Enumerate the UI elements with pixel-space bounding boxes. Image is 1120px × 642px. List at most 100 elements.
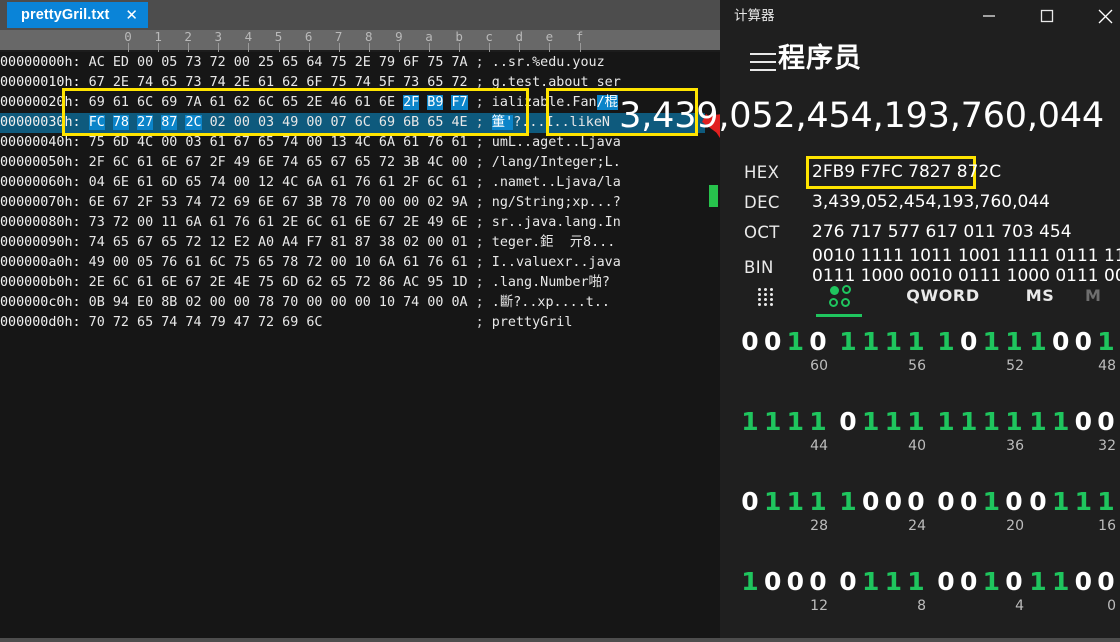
memory-store-button[interactable]: MS: [1008, 274, 1072, 316]
bit-toggle[interactable]: 1: [808, 402, 828, 442]
bit-toggle[interactable]: 1: [906, 562, 926, 602]
bit-toggle[interactable]: 1: [1028, 562, 1048, 602]
bit-toggle[interactable]: 0: [1028, 482, 1048, 522]
hex-row[interactable]: 00000030h: FC 78 27 87 2C 02 00 03 49 00…: [0, 113, 705, 133]
bit-toggle[interactable]: 1: [936, 402, 956, 442]
hex-dump-area[interactable]: 00000000h: AC ED 00 05 73 72 00 25 65 64…: [0, 52, 705, 638]
bit-toggle[interactable]: 1: [1073, 482, 1093, 522]
bit-toggle[interactable]: 1: [763, 482, 783, 522]
bit-toggle[interactable]: 0: [959, 562, 979, 602]
bit-toggle[interactable]: 1: [1096, 322, 1116, 362]
close-icon[interactable]: ✕: [125, 7, 138, 23]
bit-toggle[interactable]: 1: [906, 322, 926, 362]
bit-dot: [842, 285, 851, 294]
bit-toggle[interactable]: 1: [959, 402, 979, 442]
bit-toggle[interactable]: 0: [740, 322, 760, 362]
bit-toggle[interactable]: 0: [1051, 322, 1071, 362]
nibble-52: 1 0 1 1 52: [936, 322, 1024, 402]
bit-index-label: 24: [908, 518, 926, 534]
bit-toggle[interactable]: 0: [936, 482, 956, 522]
keypad-dot: [770, 303, 773, 306]
maximize-icon[interactable]: [1024, 0, 1070, 32]
bit-toggle[interactable]: 1: [1028, 402, 1048, 442]
hex-row[interactable]: 00000070h: 6E 67 2F 53 74 72 69 6E 67 3B…: [0, 193, 705, 213]
bit-toggle[interactable]: 0: [740, 482, 760, 522]
bit-index-label: 60: [810, 358, 828, 374]
bit-toggle[interactable]: 0: [808, 562, 828, 602]
bit-toggle[interactable]: 1: [838, 482, 858, 522]
hex-row[interactable]: 00000080h: 73 72 00 11 6A 61 76 61 2E 6C…: [0, 213, 705, 233]
bit-toggle[interactable]: 1: [883, 322, 903, 362]
bit-toggle[interactable]: 1: [981, 482, 1001, 522]
bit-toggle[interactable]: 0: [838, 402, 858, 442]
bit-toggle[interactable]: 1: [1004, 322, 1024, 362]
bit-toggle[interactable]: 1: [785, 402, 805, 442]
bit-toggle[interactable]: 1: [785, 322, 805, 362]
bit-toggle[interactable]: 0: [936, 562, 956, 602]
hex-row[interactable]: 00000020h: 69 61 6C 69 7A 61 62 6C 65 2E…: [0, 93, 705, 113]
hex-row[interactable]: 00000090h: 74 65 67 65 72 12 E2 A0 A4 F7…: [0, 233, 705, 253]
memory-menu-button[interactable]: M: [1070, 274, 1116, 316]
bit-toggle[interactable]: 1: [763, 402, 783, 442]
bit-toggle[interactable]: 0: [1004, 562, 1024, 602]
bit-toggle[interactable]: 0: [1073, 562, 1093, 602]
hex-row[interactable]: 00000040h: 75 6D 4C 00 03 61 67 65 74 00…: [0, 133, 705, 153]
bit-toggle[interactable]: 1: [861, 322, 881, 362]
bit-toggle[interactable]: 1: [785, 482, 805, 522]
bit-toggle[interactable]: 0: [1004, 482, 1024, 522]
bit-toggle[interactable]: 1: [861, 402, 881, 442]
bit-toggle[interactable]: 0: [838, 562, 858, 602]
bit-toggle[interactable]: 1: [740, 562, 760, 602]
bit-toggle[interactable]: 0: [861, 482, 881, 522]
bit-toggle[interactable]: 1: [808, 482, 828, 522]
bit-toggle[interactable]: 1: [1096, 482, 1116, 522]
hex-row[interactable]: 00000060h: 04 6E 61 6D 65 74 00 12 4C 6A…: [0, 173, 705, 193]
hex-row[interactable]: 000000b0h: 2E 6C 61 6E 67 2E 4E 75 6D 62…: [0, 273, 705, 293]
hex-row[interactable]: 000000c0h: 0B 94 E0 8B 02 00 00 78 70 00…: [0, 293, 705, 313]
bit-toggle[interactable]: 1: [1051, 402, 1071, 442]
bit-toggle[interactable]: 0: [808, 322, 828, 362]
bit-toggle[interactable]: 1: [906, 402, 926, 442]
bit-toggle[interactable]: 1: [1004, 402, 1024, 442]
bit-toggle[interactable]: 0: [1096, 562, 1116, 602]
radix-row-bin[interactable]: BIN0010 1111 1011 1001 1111 0111 1111 11…: [720, 244, 1120, 286]
bit-toggle-icon[interactable]: [804, 274, 874, 316]
hex-row[interactable]: 000000a0h: 49 00 05 76 61 6C 75 65 78 72…: [0, 253, 705, 273]
bit-toggle[interactable]: 1: [981, 562, 1001, 602]
bit-toggle[interactable]: 0: [763, 562, 783, 602]
screen-root: prettyGril.txt ✕ 0123456789abcdef 000000…: [0, 0, 1120, 638]
hex-scrollbar-thumb[interactable]: [709, 185, 718, 207]
bit-toggle[interactable]: 1: [861, 562, 881, 602]
bit-toggle[interactable]: 0: [883, 482, 903, 522]
bit-toggle[interactable]: 0: [959, 482, 979, 522]
hex-row[interactable]: 000000d0h: 70 72 65 74 74 79 47 72 69 6C…: [0, 313, 705, 333]
radix-row-dec[interactable]: DEC 3,439,052,454,193,760,044: [720, 190, 1120, 218]
bit-toggle[interactable]: 1: [883, 402, 903, 442]
hex-scrollbar-track[interactable]: [705, 52, 720, 638]
bit-toggle[interactable]: 1: [740, 402, 760, 442]
bit-toggle[interactable]: 0: [1073, 322, 1093, 362]
bit-toggle[interactable]: 0: [763, 322, 783, 362]
bit-toggle[interactable]: 1: [838, 322, 858, 362]
hex-row[interactable]: 00000010h: 67 2E 74 65 73 74 2E 61 62 6F…: [0, 73, 705, 93]
bit-toggle[interactable]: 1: [981, 322, 1001, 362]
bit-toggle[interactable]: 0: [959, 322, 979, 362]
bit-toggle[interactable]: 0: [1073, 402, 1093, 442]
bit-toggle[interactable]: 1: [981, 402, 1001, 442]
keypad-icon[interactable]: [730, 274, 800, 316]
hex-row[interactable]: 00000000h: AC ED 00 05 73 72 00 25 65 64…: [0, 53, 705, 73]
bit-toggle[interactable]: 1: [936, 322, 956, 362]
bit-toggle[interactable]: 0: [906, 482, 926, 522]
bit-toggle[interactable]: 1: [1051, 482, 1071, 522]
bit-toggle[interactable]: 1: [1028, 322, 1048, 362]
tab-prettygril[interactable]: prettyGril.txt ✕: [7, 2, 148, 28]
bit-toggle[interactable]: 0: [1096, 402, 1116, 442]
minimize-icon[interactable]: [966, 0, 1012, 32]
close-icon[interactable]: [1082, 0, 1120, 32]
bit-toggle[interactable]: 0: [785, 562, 805, 602]
bit-toggle[interactable]: 1: [883, 562, 903, 602]
hex-row[interactable]: 00000050h: 2F 6C 61 6E 67 2F 49 6E 74 65…: [0, 153, 705, 173]
word-size-button[interactable]: QWORD: [888, 274, 998, 316]
radix-row-hex[interactable]: HEX 2FB9 F7FC 7827 872C: [720, 160, 1120, 188]
bit-toggle[interactable]: 1: [1051, 562, 1071, 602]
